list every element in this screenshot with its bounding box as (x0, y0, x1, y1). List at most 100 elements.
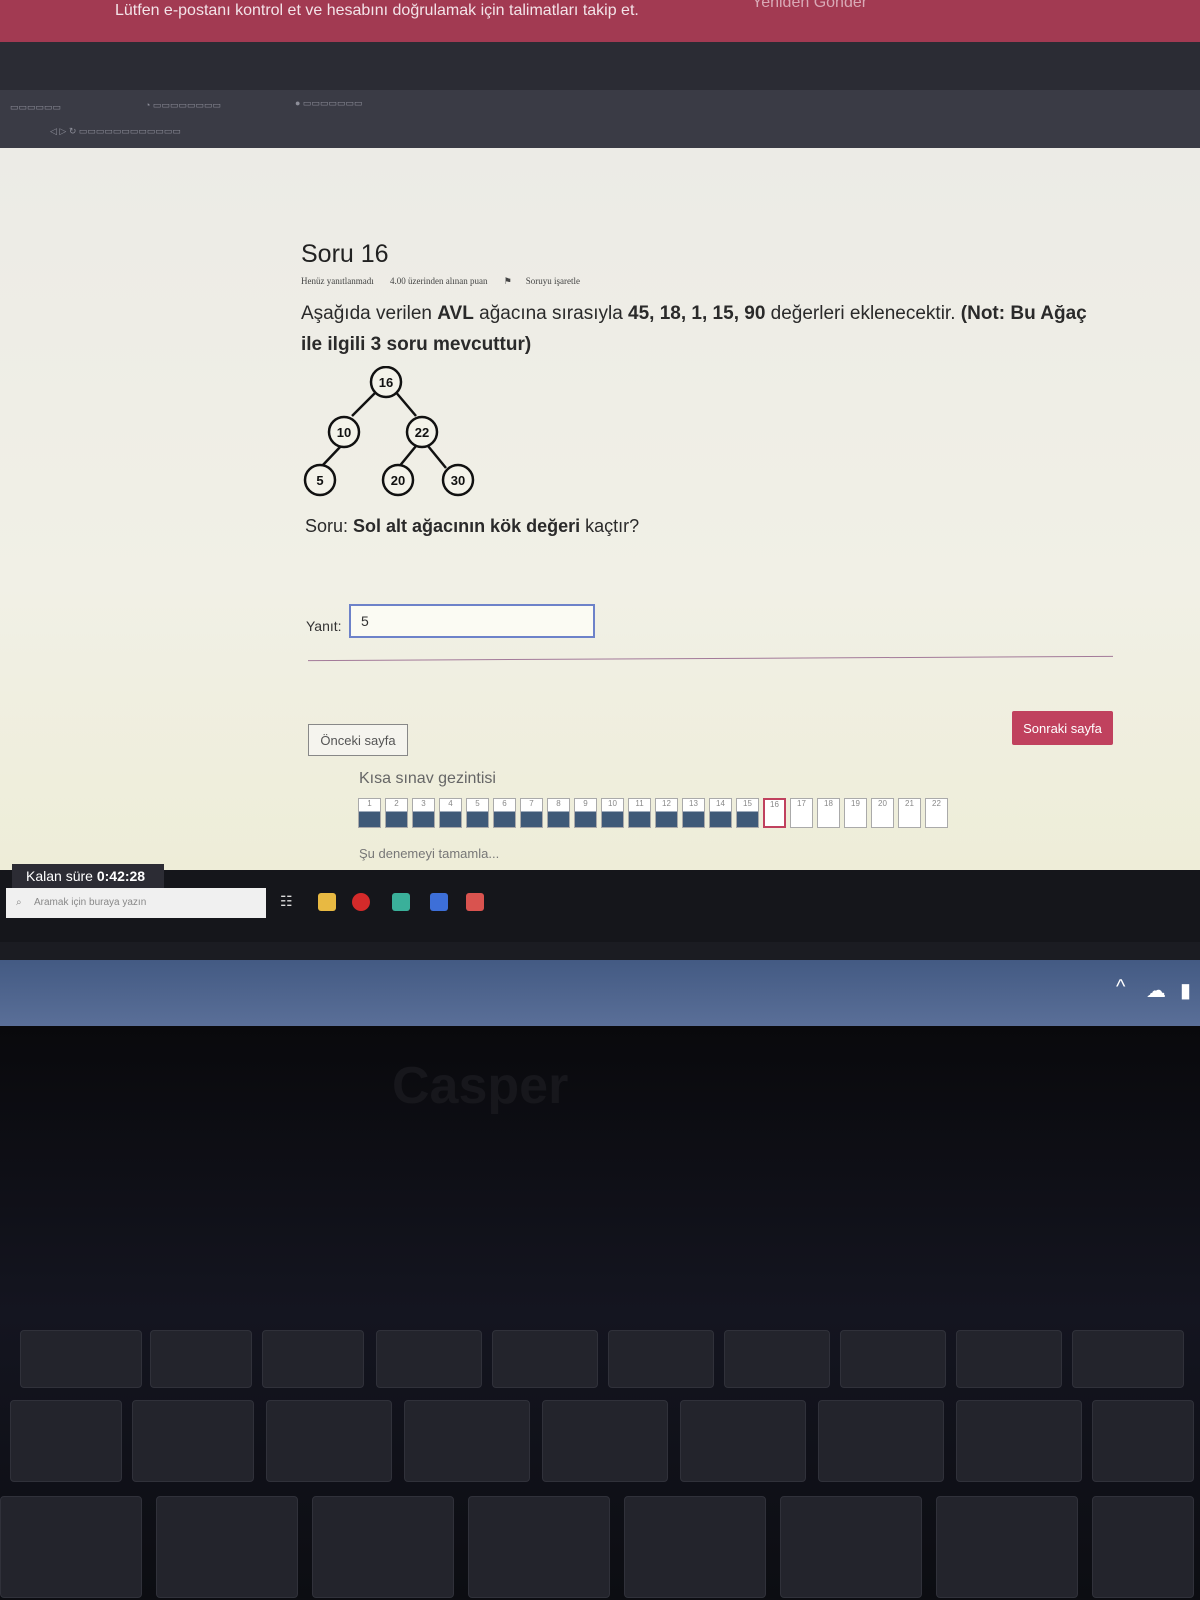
task-view-icon[interactable]: ☷ (280, 893, 298, 911)
browser-tab[interactable]: ● ▭▭▭▭▭▭▭ (295, 98, 362, 109)
tree-node-right-right-label: 30 (451, 473, 465, 488)
keyboard-key (20, 1330, 142, 1388)
keyboard-key (266, 1400, 392, 1482)
quiz-nav-button[interactable]: 11 (628, 798, 651, 828)
keyboard-key (936, 1496, 1078, 1598)
taskbar-search[interactable]: ⌕ Aramak için buraya yazın (6, 888, 266, 918)
address-bar[interactable]: ◁ ▷ ↻ ▭▭▭▭▭▭▭▭▭▭▭▭ (50, 126, 181, 137)
keyboard-key (608, 1330, 714, 1388)
keyboard-key (376, 1330, 482, 1388)
browser-frame (0, 42, 1200, 90)
banner-message: Lütfen e-postanı kontrol et ve hesabını … (115, 2, 639, 19)
quiz-nav-button[interactable]: 16 (763, 798, 786, 828)
keyboard-key (624, 1496, 766, 1598)
finish-attempt-link[interactable]: Şu denemeyi tamamla... (359, 846, 499, 861)
desktop-strip: ^ ☁ ▮ (0, 960, 1200, 1026)
keyboard-key (1072, 1330, 1184, 1388)
keyboard-key (0, 1496, 142, 1598)
quiz-nav-button[interactable]: 7 (520, 798, 543, 828)
laptop-brand-logo: Casper (392, 1057, 569, 1115)
keyboard-key (468, 1496, 610, 1598)
keyboard-key (10, 1400, 122, 1482)
quiz-nav-button[interactable]: 6 (493, 798, 516, 828)
keyboard-key (780, 1496, 922, 1598)
question-meta: Henüz yanıtlanmadı 4.00 üzerinden alınan… (301, 276, 594, 287)
verification-banner: Lütfen e-postanı kontrol et ve hesabını … (0, 0, 1200, 42)
keyboard-key (150, 1330, 252, 1388)
app-icon[interactable] (392, 893, 410, 911)
timer-value: 0:42:28 (96, 868, 146, 884)
quiz-nav-button[interactable]: 2 (385, 798, 408, 828)
app-icon[interactable] (430, 893, 448, 911)
keyboard-key (156, 1496, 298, 1598)
prompt-label: Soru: (305, 516, 354, 536)
question-text-bold: AVL (437, 303, 474, 324)
quiz-nav-button[interactable]: 5 (466, 798, 489, 828)
keyboard-key (818, 1400, 944, 1482)
quiz-nav-button[interactable]: 1 (358, 798, 381, 828)
quiz-nav-button[interactable]: 8 (547, 798, 570, 828)
question-title: Soru 16 (301, 240, 389, 268)
answer-label: Yanıt: (306, 618, 342, 634)
quiz-nav-button[interactable]: 12 (655, 798, 678, 828)
battery-icon[interactable]: ▮ (1180, 978, 1191, 1003)
previous-page-button[interactable]: Önceki sayfa (308, 724, 408, 756)
next-page-button[interactable]: Sonraki sayfa (1012, 711, 1113, 745)
quiz-nav-button[interactable]: 14 (709, 798, 732, 828)
app-icon[interactable] (466, 893, 484, 911)
flag-icon[interactable]: ⚑ (504, 276, 512, 286)
quiz-nav-button[interactable]: 22 (925, 798, 948, 828)
keyboard-key (404, 1400, 530, 1482)
answer-input[interactable] (349, 604, 595, 638)
chevron-up-icon[interactable]: ^ (1116, 976, 1125, 999)
quiz-nav-button[interactable]: 10 (601, 798, 624, 828)
keyboard-key (724, 1330, 830, 1388)
quiz-nav-button[interactable]: 13 (682, 798, 705, 828)
keyboard-key (492, 1330, 598, 1388)
quiz-nav-button[interactable]: 4 (439, 798, 462, 828)
question-status: Henüz yanıtlanmadı (301, 276, 374, 286)
question-values: 45, 18, 1, 15, 90 (628, 303, 766, 324)
quiz-nav-button[interactable]: 17 (790, 798, 813, 828)
keyboard-key (132, 1400, 254, 1482)
prompt-bold: Sol alt ağacının kök değeri (353, 516, 581, 536)
quiz-nav-button[interactable]: 9 (574, 798, 597, 828)
question-text-part: ağacına sırasıyla (473, 303, 629, 324)
browser-tab[interactable]: ◔ ▭▭▭▭▭▭▭▭ (145, 100, 221, 111)
question-text-part: değerleri eklenecektir. (765, 303, 961, 324)
keyboard-key (1092, 1496, 1194, 1598)
keyboard-key (840, 1330, 946, 1388)
browser-tab[interactable]: ▭▭▭▭▭▭ (10, 102, 61, 113)
tree-node-root-label: 16 (379, 375, 393, 390)
browser-tabs-bar: ▭▭▭▭▭▭ ◔ ▭▭▭▭▭▭▭▭ ● ▭▭▭▭▭▭▭ ◁ ▷ ↻ ▭▭▭▭▭▭… (0, 90, 1200, 152)
quiz-nav-button[interactable]: 20 (871, 798, 894, 828)
quiz-navigation-title: Kısa sınav gezintisi (359, 770, 496, 787)
keyboard-key (680, 1400, 806, 1482)
quiz-page: Soru 16 Henüz yanıtlanmadı 4.00 üzerinde… (0, 148, 1200, 870)
opera-browser-icon[interactable] (352, 893, 370, 911)
question-points: 4.00 üzerinden alınan puan (389, 276, 488, 286)
keyboard-key (262, 1330, 364, 1388)
question-text: Aşağıda verilen AVL ağacına sırasıyla 45… (301, 298, 1101, 360)
tree-node-left-label: 10 (337, 425, 351, 440)
quiz-nav-button[interactable]: 15 (736, 798, 759, 828)
quiz-nav-button[interactable]: 19 (844, 798, 867, 828)
keyboard-key (1092, 1400, 1194, 1482)
prompt-end: kaçtır? (580, 516, 640, 536)
search-placeholder: Aramak için buraya yazın (34, 897, 147, 908)
timer-label: Kalan süre (26, 868, 97, 884)
file-explorer-icon[interactable] (318, 893, 336, 911)
quiz-nav-button[interactable]: 21 (898, 798, 921, 828)
keyboard-key (312, 1496, 454, 1598)
question-text-part: Aşağıda verilen (301, 303, 438, 324)
avl-tree-diagram: 16 10 22 5 20 30 (303, 366, 475, 497)
tree-node-right-label: 22 (415, 425, 429, 440)
tree-node-right-left-label: 20 (391, 473, 405, 488)
keyboard-key (956, 1400, 1082, 1482)
question-prompt: Soru: Sol alt ağacının kök değeri kaçtır… (305, 516, 639, 537)
quiz-nav-button[interactable]: 3 (412, 798, 435, 828)
resend-link[interactable]: Yeniden Gönder (752, 0, 867, 12)
flag-question-link[interactable]: Soruyu işaretle (526, 276, 580, 286)
quiz-nav-button[interactable]: 18 (817, 798, 840, 828)
cloud-icon[interactable]: ☁ (1146, 978, 1166, 1003)
